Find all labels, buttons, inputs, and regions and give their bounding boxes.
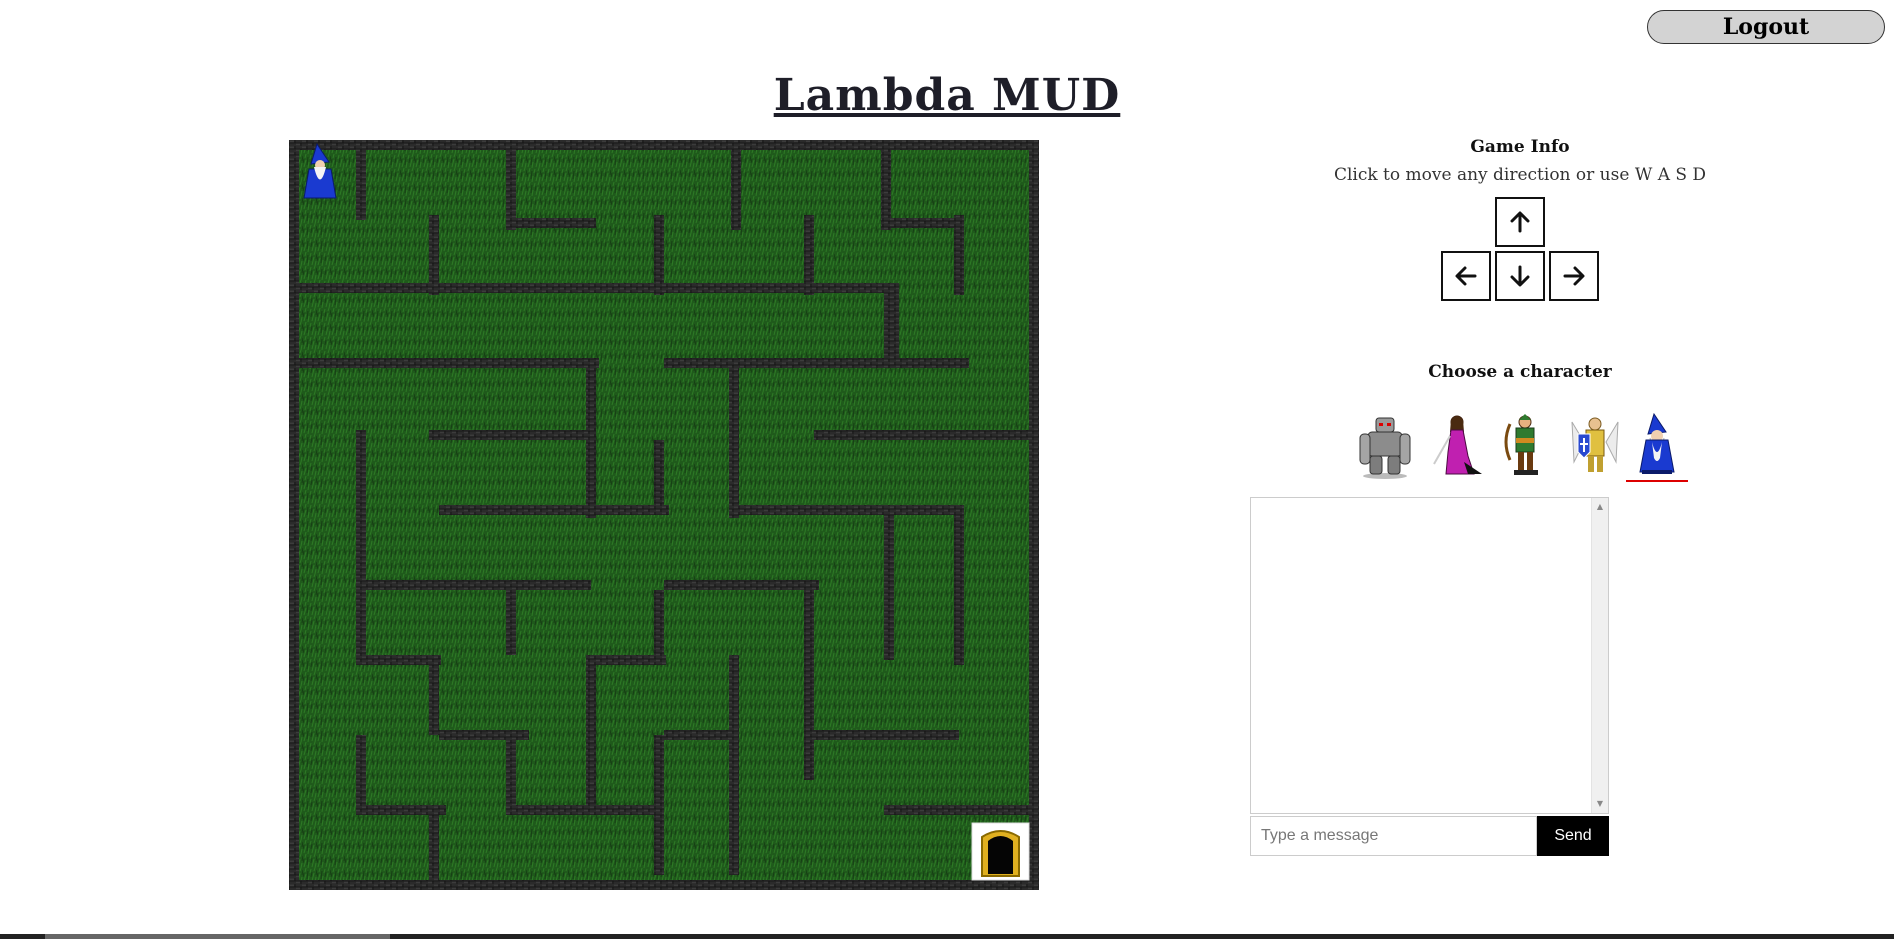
move-right-button[interactable] bbox=[1549, 251, 1599, 301]
maze-wall-segment bbox=[299, 283, 899, 293]
maze-wall-segment bbox=[506, 805, 661, 815]
maze-wall-segment bbox=[586, 655, 596, 815]
maze-wall-segment bbox=[439, 505, 669, 515]
character-stone-golem[interactable] bbox=[1354, 412, 1416, 480]
wizard-icon bbox=[1639, 412, 1675, 474]
maze-wall-segment bbox=[299, 358, 599, 368]
maze-wall-segment bbox=[804, 730, 959, 740]
maze-wall-segment bbox=[954, 505, 964, 665]
chat-messages[interactable]: ▲ ▼ bbox=[1250, 497, 1609, 814]
maze-wall-segment bbox=[429, 655, 439, 735]
maze-wall-segment bbox=[289, 140, 299, 890]
maze-wall-segment bbox=[664, 358, 969, 368]
maze-wall-segment bbox=[731, 150, 741, 230]
maze-board bbox=[289, 140, 1039, 890]
maze-wall-segment bbox=[654, 735, 664, 875]
maze-wall-segment bbox=[506, 218, 596, 228]
move-left-button[interactable] bbox=[1441, 251, 1491, 301]
maze-wall-segment bbox=[356, 150, 366, 220]
character-sorceress[interactable] bbox=[1424, 412, 1486, 480]
maze-wall-segment bbox=[654, 440, 664, 515]
maze-wall-segment bbox=[729, 358, 739, 518]
maze-wall-segment bbox=[804, 580, 814, 780]
maze-wall-segment bbox=[729, 505, 959, 515]
character-paladin[interactable] bbox=[1564, 412, 1626, 480]
message-input[interactable] bbox=[1250, 816, 1537, 856]
maze-wall-segment bbox=[729, 655, 739, 875]
bottom-scrollbar[interactable] bbox=[0, 934, 1894, 939]
arrow-left-icon bbox=[1455, 266, 1477, 286]
scroll-down-icon[interactable]: ▼ bbox=[1592, 797, 1608, 811]
game-info-title: Game Info bbox=[1470, 137, 1570, 157]
maze-wall-segment bbox=[356, 735, 366, 810]
maze-wall-segment bbox=[429, 805, 439, 880]
exit-door bbox=[971, 822, 1030, 881]
paladin-icon bbox=[1571, 417, 1619, 472]
maze-wall-segment bbox=[356, 580, 591, 590]
maze-wall-segment bbox=[814, 430, 1029, 440]
game-info-instructions: Click to move any direction or use W A S… bbox=[1333, 165, 1707, 185]
move-up-button[interactable] bbox=[1495, 197, 1545, 247]
maze-wall-segment bbox=[289, 880, 1039, 890]
arrow-down-icon bbox=[1510, 265, 1530, 287]
maze-wall-segment bbox=[664, 730, 739, 740]
scroll-up-icon[interactable]: ▲ bbox=[1592, 500, 1608, 514]
stone-golem-icon bbox=[1359, 417, 1411, 479]
arrow-up-icon bbox=[1510, 211, 1530, 233]
move-down-button[interactable] bbox=[1495, 251, 1545, 301]
arrow-right-icon bbox=[1563, 266, 1585, 286]
maze-wall-segment bbox=[654, 590, 664, 655]
sorceress-icon bbox=[1433, 415, 1482, 475]
maze-wall-segment bbox=[1029, 140, 1039, 890]
maze-wall-segment bbox=[356, 430, 366, 660]
maze-wall-segment bbox=[664, 580, 819, 590]
logout-button[interactable]: Logout bbox=[1647, 10, 1885, 44]
maze-wall-segment bbox=[884, 505, 894, 660]
archer-icon bbox=[1504, 414, 1538, 475]
maze-wall-segment bbox=[429, 430, 594, 440]
character-wizard[interactable] bbox=[1626, 412, 1688, 482]
page-title: Lambda MUD bbox=[773, 70, 1121, 121]
maze-wall-segment bbox=[884, 283, 899, 363]
chat-scrollbar[interactable]: ▲ ▼ bbox=[1591, 498, 1608, 813]
maze-wall-segment bbox=[506, 730, 516, 810]
maze-wall-segment bbox=[506, 590, 516, 655]
maze-wall-segment bbox=[884, 805, 1039, 815]
character-archer[interactable] bbox=[1494, 412, 1556, 480]
maze-wall-segment bbox=[289, 140, 1039, 150]
send-button[interactable]: Send bbox=[1537, 816, 1609, 856]
maze-wall-segment bbox=[356, 655, 441, 665]
maze-wall-segment bbox=[881, 218, 961, 228]
bottom-scrollbar-thumb[interactable] bbox=[45, 934, 390, 939]
choose-character-title: Choose a character bbox=[1428, 362, 1612, 382]
maze-wall-segment bbox=[586, 655, 666, 665]
